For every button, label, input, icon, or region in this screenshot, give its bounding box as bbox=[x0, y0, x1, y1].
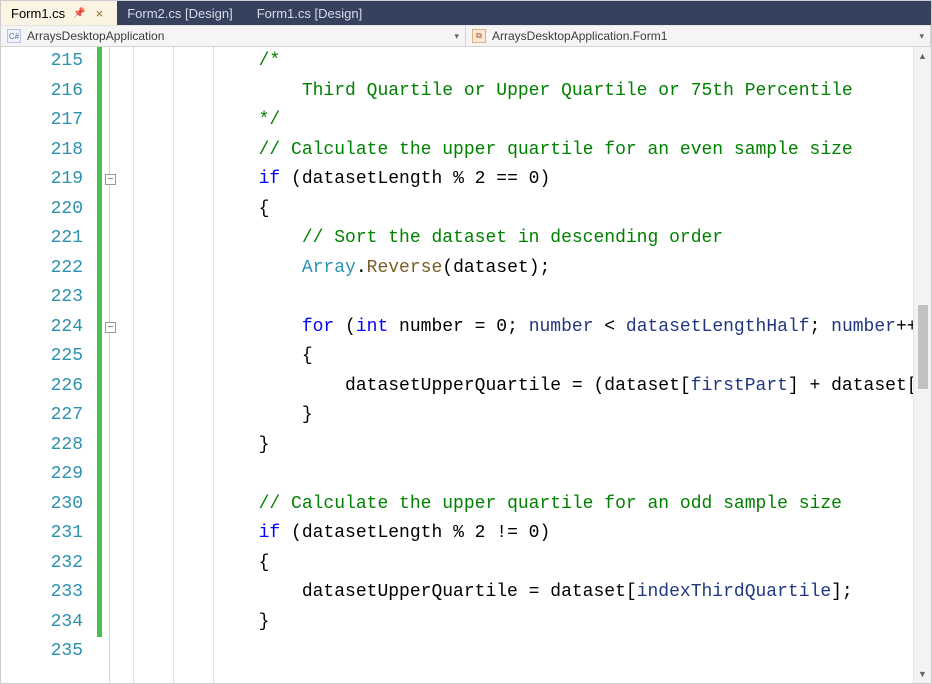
vertical-scrollbar[interactable]: ▲ ▼ bbox=[913, 47, 931, 683]
scroll-thumb[interactable] bbox=[918, 305, 928, 389]
change-marker bbox=[97, 254, 105, 284]
code-line: datasetUpperQuartile = dataset[indexThir… bbox=[123, 578, 913, 608]
change-marker bbox=[97, 549, 105, 579]
line-number: 215 bbox=[1, 47, 97, 77]
change-marker bbox=[97, 106, 105, 136]
class-icon: ⧉ bbox=[472, 29, 486, 43]
change-marker bbox=[97, 165, 105, 195]
code-line: // Sort the dataset in descending order bbox=[123, 224, 913, 254]
line-number: 224 bbox=[1, 313, 97, 343]
change-marker bbox=[97, 460, 105, 490]
code-line: /* bbox=[123, 47, 913, 77]
line-number: 233 bbox=[1, 578, 97, 608]
code-area[interactable]: /* Third Quartile or Upper Quartile or 7… bbox=[123, 47, 913, 683]
change-marker bbox=[97, 224, 105, 254]
code-line: datasetUpperQuartile = (dataset[firstPar… bbox=[123, 372, 913, 402]
code-line: { bbox=[123, 342, 913, 372]
code-line: Third Quartile or Upper Quartile or 75th… bbox=[123, 77, 913, 107]
code-line bbox=[123, 460, 913, 490]
line-number: 219 bbox=[1, 165, 97, 195]
line-number: 230 bbox=[1, 490, 97, 520]
change-marker bbox=[97, 401, 105, 431]
line-number: 216 bbox=[1, 77, 97, 107]
code-editor[interactable]: 2152162172182192202212222232242252262272… bbox=[1, 47, 931, 683]
tab-bar: Form1.cs 📌 × Form2.cs [Design] Form1.cs … bbox=[1, 1, 931, 25]
change-marker bbox=[97, 195, 105, 225]
line-number: 217 bbox=[1, 106, 97, 136]
code-line: } bbox=[123, 608, 913, 638]
fold-outline-line bbox=[109, 47, 110, 683]
scope-class-dropdown[interactable]: ⧉ ArraysDesktopApplication.Form1 ▾ bbox=[466, 26, 931, 46]
line-number: 231 bbox=[1, 519, 97, 549]
change-marker bbox=[97, 608, 105, 638]
line-number: 235 bbox=[1, 637, 97, 667]
change-marker bbox=[97, 372, 105, 402]
change-marker bbox=[97, 490, 105, 520]
code-line: { bbox=[123, 549, 913, 579]
change-marker bbox=[97, 431, 105, 461]
tab-form2-design[interactable]: Form2.cs [Design] bbox=[117, 1, 246, 25]
change-marker bbox=[97, 313, 105, 343]
pin-icon[interactable]: 📌 bbox=[73, 8, 85, 19]
line-number: 222 bbox=[1, 254, 97, 284]
line-number: 226 bbox=[1, 372, 97, 402]
line-number: 229 bbox=[1, 460, 97, 490]
tab-form1-cs[interactable]: Form1.cs 📌 × bbox=[1, 1, 117, 25]
line-number-gutter: 2152162172182192202212222232242252262272… bbox=[1, 47, 97, 683]
code-line: } bbox=[123, 431, 913, 461]
fold-toggle[interactable]: − bbox=[105, 174, 116, 185]
tab-label: Form2.cs [Design] bbox=[127, 6, 232, 21]
code-line bbox=[123, 283, 913, 313]
code-line bbox=[123, 637, 913, 667]
code-line: if (datasetLength % 2 == 0) bbox=[123, 165, 913, 195]
change-marker bbox=[97, 578, 105, 608]
code-line: { bbox=[123, 195, 913, 225]
line-number: 221 bbox=[1, 224, 97, 254]
scope-project-dropdown[interactable]: C# ArraysDesktopApplication ▾ bbox=[1, 26, 466, 46]
tab-label: Form1.cs bbox=[11, 6, 65, 21]
scroll-track[interactable] bbox=[914, 65, 931, 665]
change-marker bbox=[97, 283, 105, 313]
code-lines: /* Third Quartile or Upper Quartile or 7… bbox=[123, 47, 913, 667]
fold-toggle[interactable]: − bbox=[105, 322, 116, 333]
code-line: */ bbox=[123, 106, 913, 136]
navigation-bar: C# ArraysDesktopApplication ▾ ⧉ ArraysDe… bbox=[1, 25, 931, 47]
editor-window: Form1.cs 📌 × Form2.cs [Design] Form1.cs … bbox=[0, 0, 932, 684]
tab-form1-design[interactable]: Form1.cs [Design] bbox=[247, 1, 376, 25]
code-line: for (int number = 0; number < datasetLen… bbox=[123, 313, 913, 343]
code-line: } bbox=[123, 401, 913, 431]
scope-project-label: ArraysDesktopApplication bbox=[27, 29, 164, 43]
change-marker bbox=[97, 77, 105, 107]
line-number: 228 bbox=[1, 431, 97, 461]
change-marker-bar bbox=[97, 47, 105, 683]
chevron-down-icon: ▾ bbox=[454, 31, 459, 42]
change-marker bbox=[97, 342, 105, 372]
change-marker bbox=[97, 519, 105, 549]
line-number: 227 bbox=[1, 401, 97, 431]
line-number: 223 bbox=[1, 283, 97, 313]
scroll-up-button[interactable]: ▲ bbox=[914, 47, 932, 65]
code-line: // Calculate the upper quartile for an e… bbox=[123, 136, 913, 166]
line-number: 218 bbox=[1, 136, 97, 166]
line-number: 225 bbox=[1, 342, 97, 372]
change-marker bbox=[97, 47, 105, 77]
csharp-icon: C# bbox=[7, 29, 21, 43]
tab-label: Form1.cs [Design] bbox=[257, 6, 362, 21]
fold-outline: −− bbox=[105, 47, 123, 683]
scroll-down-button[interactable]: ▼ bbox=[914, 665, 932, 683]
change-marker bbox=[97, 136, 105, 166]
line-number: 220 bbox=[1, 195, 97, 225]
code-line: // Calculate the upper quartile for an o… bbox=[123, 490, 913, 520]
code-line: Array.Reverse(dataset); bbox=[123, 254, 913, 284]
line-number: 232 bbox=[1, 549, 97, 579]
close-icon[interactable]: × bbox=[96, 6, 104, 21]
chevron-down-icon: ▾ bbox=[919, 31, 924, 42]
scope-class-label: ArraysDesktopApplication.Form1 bbox=[492, 29, 667, 43]
line-number: 234 bbox=[1, 608, 97, 638]
code-line: if (datasetLength % 2 != 0) bbox=[123, 519, 913, 549]
change-marker bbox=[97, 637, 105, 667]
